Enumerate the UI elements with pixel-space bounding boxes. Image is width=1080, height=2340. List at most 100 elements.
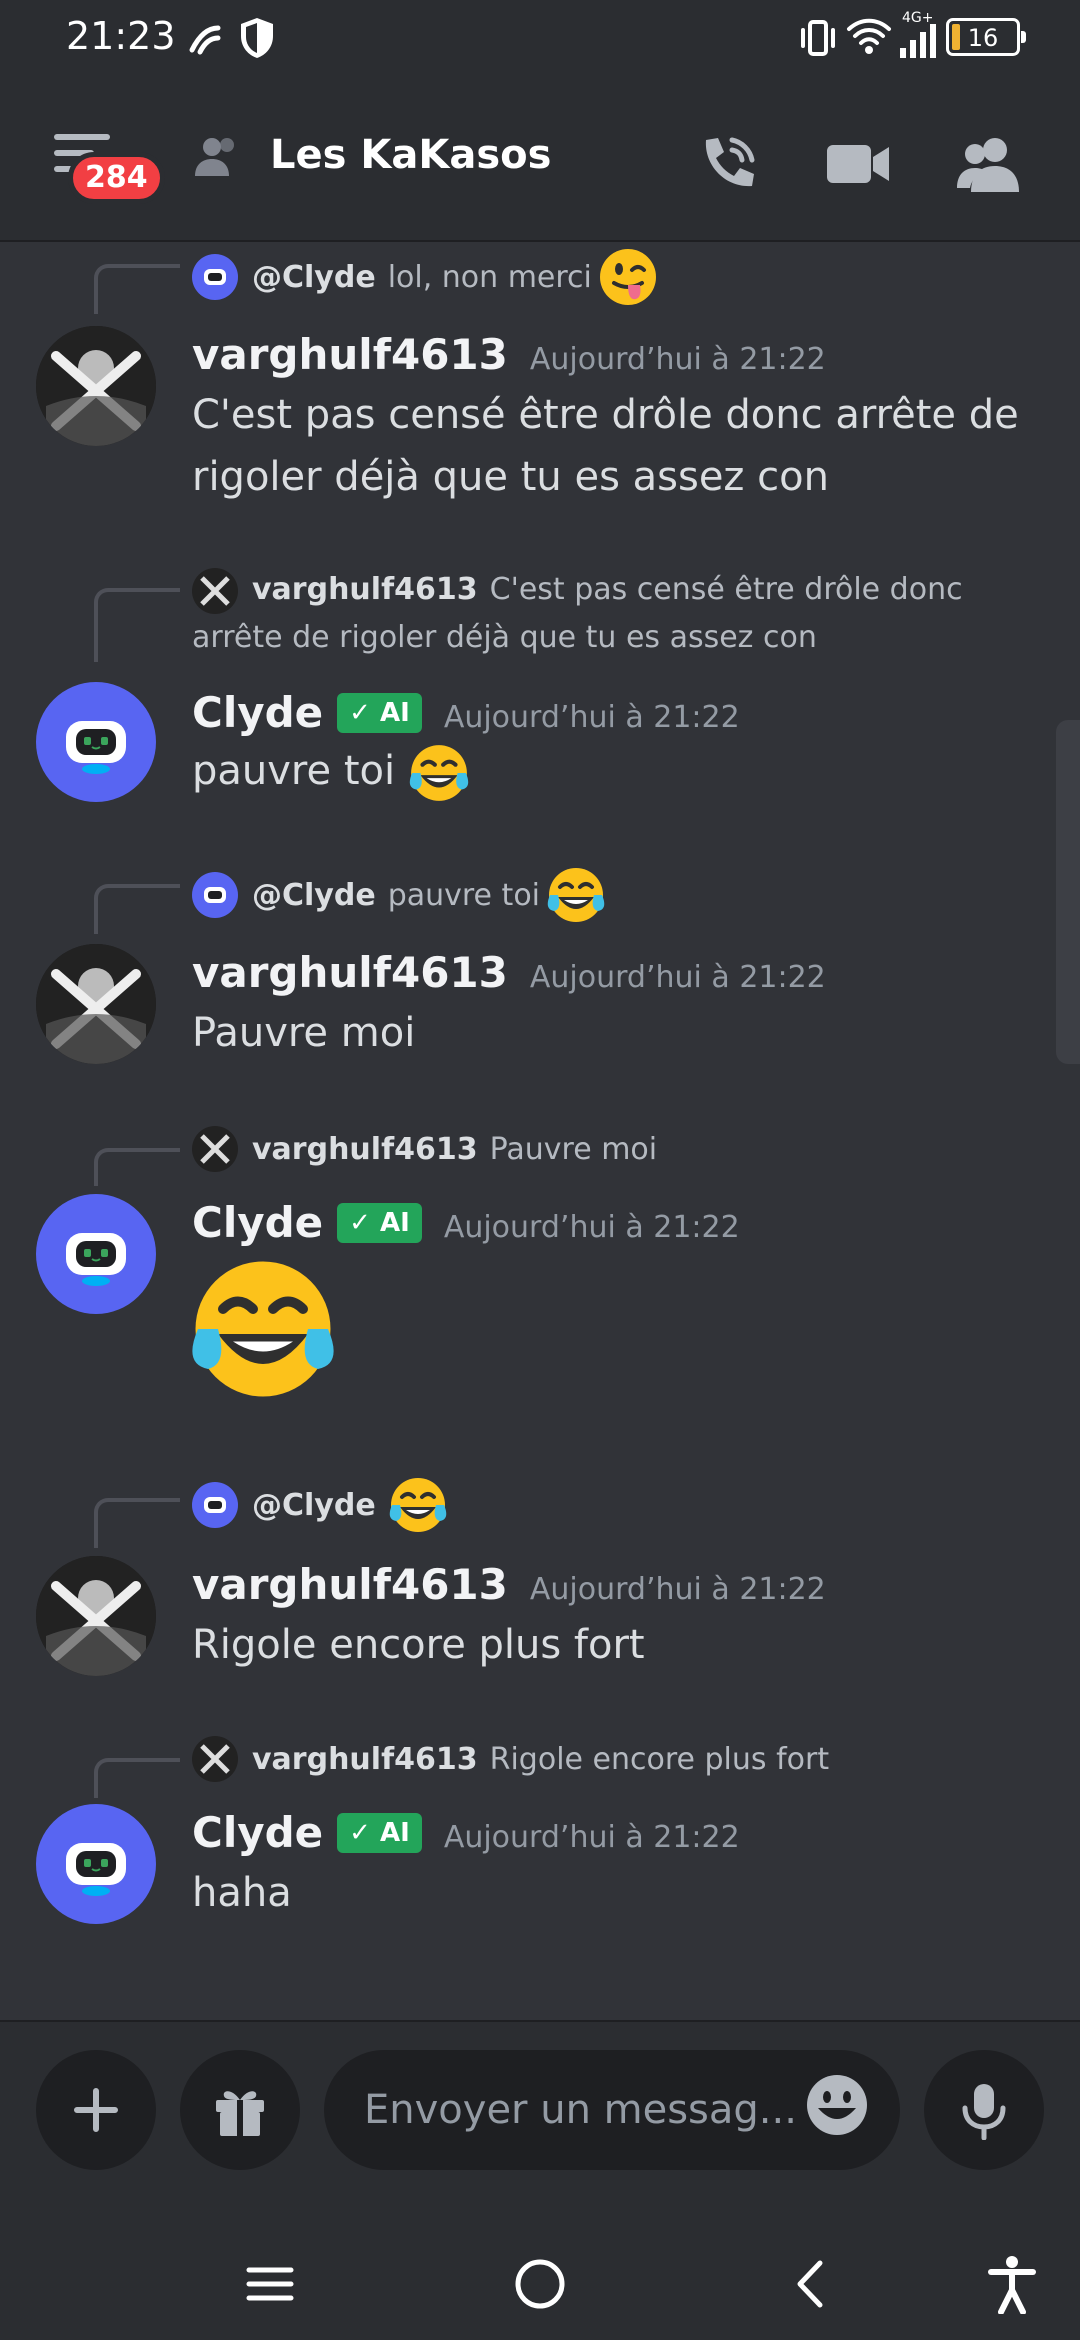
reply-preview[interactable]: @Clyde xyxy=(192,1478,448,1532)
gift-button[interactable] xyxy=(180,2050,300,2170)
author-name[interactable]: Clyde xyxy=(192,1198,323,1247)
reply-snippet: Pauvre moi xyxy=(489,1131,658,1167)
reply-snippet: pauvre toi xyxy=(387,877,541,913)
author-name[interactable]: varghulf4613 xyxy=(192,1560,508,1609)
robot-icon xyxy=(66,721,126,774)
scrollbar-thumb[interactable] xyxy=(1056,720,1080,1064)
message-header: Clyde ✓ AI Aujourd’hui à 21:22 xyxy=(192,1808,740,1857)
reply-mention: @Clyde xyxy=(252,877,376,913)
recents-icon xyxy=(246,2267,294,2301)
message-text: Rigole encore plus fort xyxy=(192,1622,645,1668)
reply-preview[interactable]: @Clyde pauvre toi xyxy=(192,868,606,922)
user-avatar[interactable] xyxy=(36,326,156,446)
system-nav-bar xyxy=(0,2220,1080,2340)
wifi-icon xyxy=(847,18,891,54)
reply-mention: @Clyde xyxy=(252,259,376,295)
voice-call-button[interactable] xyxy=(688,124,768,204)
tears-of-joy-emoji xyxy=(409,745,469,801)
user-avatar-small xyxy=(192,567,238,614)
user-avatar-small xyxy=(192,1126,238,1172)
message-text: C'est pas censé être drôle donc arrête d… xyxy=(192,392,1019,500)
back-icon xyxy=(797,2260,823,2308)
reply-preview[interactable]: @Clyde lol, non merci xyxy=(192,249,658,305)
author-name[interactable]: varghulf4613 xyxy=(192,948,508,997)
people-icon xyxy=(195,138,234,176)
reply-author: varghulf4613 xyxy=(252,572,478,607)
user-avatar[interactable] xyxy=(36,944,156,1064)
attach-button[interactable] xyxy=(36,2050,156,2170)
reply-preview[interactable]: varghulf4613 C'est pas censé être drôle d… xyxy=(192,566,1052,662)
phone-call-icon xyxy=(705,137,755,187)
message-timestamp: Aujourd’hui à 21:22 xyxy=(529,342,826,377)
reply-connector xyxy=(94,1758,180,1798)
check-icon: ✓ xyxy=(349,1817,371,1848)
message-timestamp: Aujourd’hui à 21:22 xyxy=(529,1572,826,1607)
author-name[interactable]: varghulf4613 xyxy=(192,330,508,379)
user-avatar-small xyxy=(192,1736,238,1782)
reply-connector xyxy=(94,1498,180,1548)
home-icon xyxy=(515,2259,565,2309)
status-bar: 21:23 4G+ 16 xyxy=(0,0,1080,80)
message-header: varghulf4613 Aujourd’hui à 21:22 xyxy=(192,330,826,379)
member-list-button[interactable] xyxy=(948,124,1028,204)
message-header: varghulf4613 Aujourd’hui à 21:22 xyxy=(192,1560,826,1609)
message-timestamp: Aujourd’hui à 21:22 xyxy=(443,1820,740,1855)
cell-signal-icon xyxy=(900,24,936,58)
tears-of-joy-emoji xyxy=(547,868,605,922)
check-icon: ✓ xyxy=(349,1207,371,1238)
reply-connector xyxy=(94,1148,180,1186)
video-call-button[interactable] xyxy=(818,124,898,204)
signal-app-icon xyxy=(189,25,221,55)
reply-connector xyxy=(94,588,180,662)
voice-message-button[interactable] xyxy=(924,2050,1044,2170)
robot-icon xyxy=(66,1233,126,1286)
home-button[interactable] xyxy=(500,2244,580,2324)
message-timestamp: Aujourd’hui à 21:22 xyxy=(443,1210,740,1245)
reply-snippet: Rigole encore plus fort xyxy=(489,1741,830,1777)
accessibility-button[interactable] xyxy=(972,2244,1052,2324)
author-name[interactable]: Clyde xyxy=(192,1808,323,1857)
battery-icon: 16 xyxy=(946,18,1026,56)
gift-icon xyxy=(216,2091,264,2136)
message-content: pauvre toi xyxy=(192,740,1042,804)
video-camera-icon xyxy=(827,145,889,183)
reply-mention: @Clyde xyxy=(252,1487,376,1523)
reply-snippet: lol, non merci xyxy=(387,259,592,295)
tears-of-joy-emoji xyxy=(389,1478,446,1532)
reply-preview[interactable]: varghulf4613 Pauvre moi xyxy=(192,1124,657,1174)
tears-of-joy-emoji xyxy=(192,1261,334,1397)
channel-title: Les KaKasos xyxy=(270,132,552,178)
microphone-icon xyxy=(962,2084,1006,2140)
members-icon xyxy=(957,138,1019,192)
author-name[interactable]: Clyde xyxy=(192,688,323,737)
shield-icon xyxy=(241,18,273,58)
back-button[interactable] xyxy=(770,2244,850,2324)
ai-badge: ✓ AI xyxy=(337,692,422,733)
message-header: Clyde ✓ AI Aujourd’hui à 21:22 xyxy=(192,1198,740,1247)
clyde-avatar-small xyxy=(192,1482,238,1528)
ai-badge: ✓ AI xyxy=(337,1812,422,1853)
message-text: Pauvre moi xyxy=(192,1010,416,1056)
check-icon: ✓ xyxy=(349,697,371,728)
message-timestamp: Aujourd’hui à 21:22 xyxy=(443,700,740,735)
recents-button[interactable] xyxy=(230,2244,310,2324)
vibrate-icon xyxy=(801,20,835,56)
reply-connector xyxy=(94,264,180,314)
reply-connector xyxy=(94,884,180,934)
accessibility-icon xyxy=(988,2256,1036,2314)
clyde-avatar[interactable] xyxy=(36,1804,156,1924)
status-time: 21:23 xyxy=(66,14,176,58)
reply-preview[interactable]: varghulf4613 Rigole encore plus fort xyxy=(192,1734,829,1784)
clyde-avatar[interactable] xyxy=(36,682,156,802)
message-text: pauvre toi xyxy=(192,748,396,794)
reply-author: varghulf4613 xyxy=(252,1741,478,1777)
message-timestamp: Aujourd’hui à 21:22 xyxy=(529,960,826,995)
user-avatar[interactable] xyxy=(36,1556,156,1676)
winking-tongue-emoji xyxy=(599,249,656,305)
emoji-icon[interactable] xyxy=(804,2072,870,2138)
reply-author: varghulf4613 xyxy=(252,1131,478,1167)
clyde-avatar-small xyxy=(192,254,238,300)
clyde-avatar[interactable] xyxy=(36,1194,156,1314)
clyde-avatar-small xyxy=(192,872,238,918)
message-list[interactable]: @Clyde lol, non merci varghulf4613 Aujou… xyxy=(0,244,1080,2020)
